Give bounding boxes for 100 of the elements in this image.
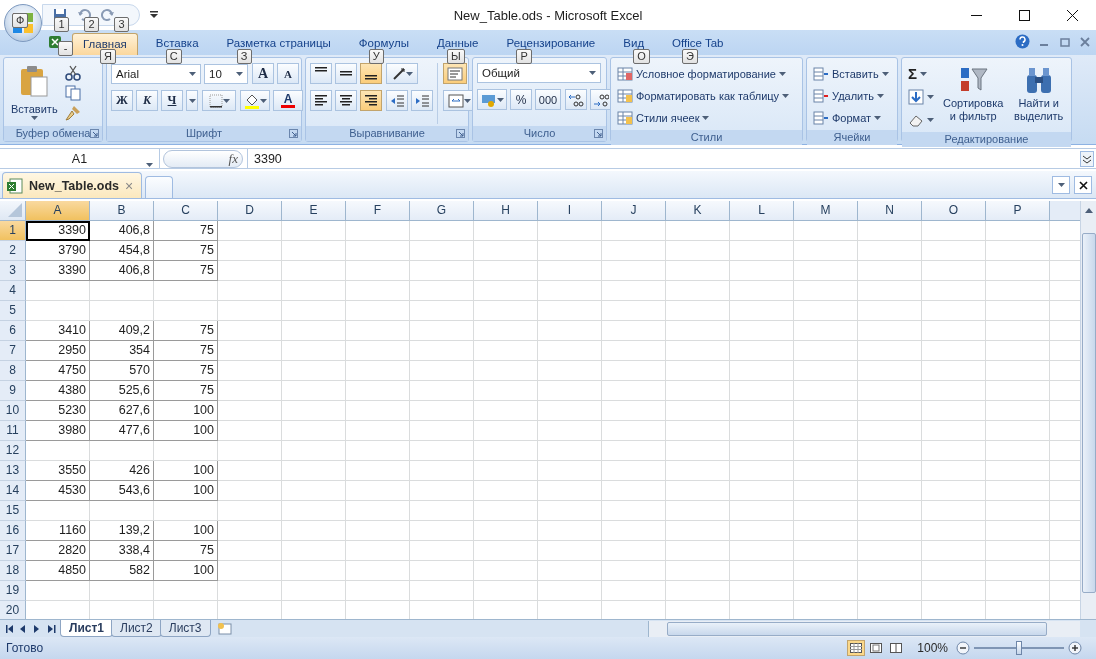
column-header[interactable]: J	[602, 201, 666, 221]
underline-menu-button[interactable]	[186, 90, 198, 111]
column-header[interactable]: F	[346, 201, 410, 221]
redo-icon[interactable]	[101, 8, 115, 22]
bold-button[interactable]: Ж	[111, 90, 133, 111]
align-button[interactable]	[310, 90, 332, 111]
undo-icon[interactable]	[77, 8, 91, 22]
font-size-combo[interactable]: 10	[204, 63, 248, 84]
column-header[interactable]: N	[858, 201, 922, 221]
row-header[interactable]: 3	[0, 261, 26, 281]
column-header[interactable]: D	[218, 201, 282, 221]
zoom-in-icon[interactable]	[1068, 641, 1082, 655]
scissors-icon[interactable]	[64, 65, 81, 81]
fill-button[interactable]	[906, 86, 936, 107]
help-icon[interactable]	[1015, 34, 1030, 49]
align-button[interactable]	[360, 63, 382, 84]
styles-menu-button[interactable]: Форматировать как таблицу	[615, 85, 792, 106]
borders-button[interactable]	[202, 90, 236, 111]
underline-button[interactable]: Ч	[161, 90, 183, 111]
format-painter-icon[interactable]	[64, 105, 81, 121]
column-header[interactable]: I	[538, 201, 602, 221]
merge-cells-button[interactable]	[443, 90, 475, 111]
column-header[interactable]: E	[282, 201, 346, 221]
column-header[interactable]: L	[730, 201, 794, 221]
percent-button[interactable]: %	[510, 89, 532, 110]
align-button[interactable]	[310, 63, 332, 84]
thousands-button[interactable]: 000	[535, 89, 561, 110]
column-header[interactable]: C	[154, 201, 218, 221]
italic-button[interactable]: К	[136, 90, 158, 111]
cells-menu-button[interactable]: Вставить	[811, 63, 891, 84]
column-header[interactable]: P	[986, 201, 1050, 221]
column-header[interactable]: G	[410, 201, 474, 221]
row-header[interactable]: 8	[0, 361, 26, 381]
cells-menu-button[interactable]: Удалить	[811, 85, 886, 106]
dialog-launcher-icon[interactable]	[456, 129, 465, 138]
styles-menu-button[interactable]: Условное форматирование	[615, 63, 788, 84]
paste-button[interactable]: Вставить	[8, 63, 61, 124]
wrap-text-button[interactable]	[443, 63, 467, 84]
column-header[interactable]: O	[922, 201, 986, 221]
row-header[interactable]: 6	[0, 321, 26, 341]
autosum-button[interactable]: Σ	[906, 63, 929, 84]
excel-file-icon[interactable]	[48, 35, 62, 49]
row-header[interactable]: 14	[0, 481, 26, 501]
close-icon[interactable]	[1080, 36, 1090, 47]
row-header[interactable]: 15	[0, 501, 26, 521]
sort-filter-button[interactable]: Сортировка и фильтр	[940, 63, 1007, 130]
vertical-scrollbar[interactable]	[1080, 201, 1096, 619]
row-header[interactable]: 18	[0, 561, 26, 581]
dialog-launcher-icon[interactable]	[594, 129, 603, 138]
tab-list-button[interactable]	[1052, 176, 1070, 194]
font-color-button[interactable]: A	[273, 90, 303, 111]
shrink-font-button[interactable]: A	[277, 63, 299, 84]
row-header[interactable]: 1	[0, 221, 26, 241]
zoom-out-icon[interactable]	[956, 641, 970, 655]
font-name-combo[interactable]: Arial	[111, 63, 201, 84]
name-box[interactable]: A1	[0, 148, 160, 169]
orientation-button[interactable]	[386, 63, 418, 84]
align-button[interactable]	[335, 63, 357, 84]
align-button[interactable]	[360, 90, 382, 111]
row-header[interactable]: 4	[0, 281, 26, 301]
cells-menu-button[interactable]: Формат	[811, 107, 884, 128]
fill-color-button[interactable]	[240, 90, 270, 111]
increase-indent-button[interactable]	[411, 90, 433, 111]
column-header[interactable]: M	[794, 201, 858, 221]
sheet-tab[interactable]: Лист3	[159, 620, 211, 637]
row-header[interactable]: 10	[0, 401, 26, 421]
grow-font-button[interactable]: A	[252, 63, 274, 84]
insert-function-button[interactable]: fx	[163, 149, 243, 168]
view-button[interactable]	[847, 640, 866, 656]
zoom-level[interactable]: 100%	[917, 641, 948, 655]
document-tab[interactable]: New_Table.ods ×	[2, 172, 143, 198]
row-header[interactable]: 17	[0, 541, 26, 561]
row-header[interactable]: 2	[0, 241, 26, 261]
row-header[interactable]: 19	[0, 581, 26, 601]
row-header[interactable]: 9	[0, 381, 26, 401]
row-header[interactable]: 5	[0, 301, 26, 321]
column-header[interactable]: H	[474, 201, 538, 221]
dialog-launcher-icon[interactable]	[90, 129, 99, 138]
zoom-slider[interactable]	[1016, 641, 1022, 655]
row-header[interactable]: 12	[0, 441, 26, 461]
horizontal-scrollbar[interactable]	[648, 620, 1080, 637]
expand-formula-bar-icon[interactable]	[1080, 150, 1094, 167]
sheet-tab[interactable]: Лист1	[60, 620, 114, 637]
row-header[interactable]: 11	[0, 421, 26, 441]
row-header[interactable]: 13	[0, 461, 26, 481]
row-header[interactable]: 20	[0, 601, 26, 619]
row-header[interactable]: 16	[0, 521, 26, 541]
styles-menu-button[interactable]: Стили ячеек	[615, 107, 712, 128]
dialog-launcher-icon[interactable]	[289, 129, 298, 138]
increase-decimal-button[interactable]	[565, 89, 587, 110]
customize-toolbar-icon[interactable]	[150, 11, 158, 19]
column-header[interactable]: B	[90, 201, 154, 221]
column-header[interactable]: A	[26, 201, 90, 221]
restore-icon[interactable]	[1060, 36, 1070, 47]
row-header[interactable]: 7	[0, 341, 26, 361]
sheet-tab[interactable]: Лист2	[111, 620, 162, 637]
close-document-button[interactable]	[1074, 176, 1092, 194]
number-format-combo[interactable]: Общий	[477, 63, 601, 83]
find-select-button[interactable]: Найти и выделить	[1010, 63, 1067, 130]
currency-button[interactable]	[477, 89, 507, 110]
